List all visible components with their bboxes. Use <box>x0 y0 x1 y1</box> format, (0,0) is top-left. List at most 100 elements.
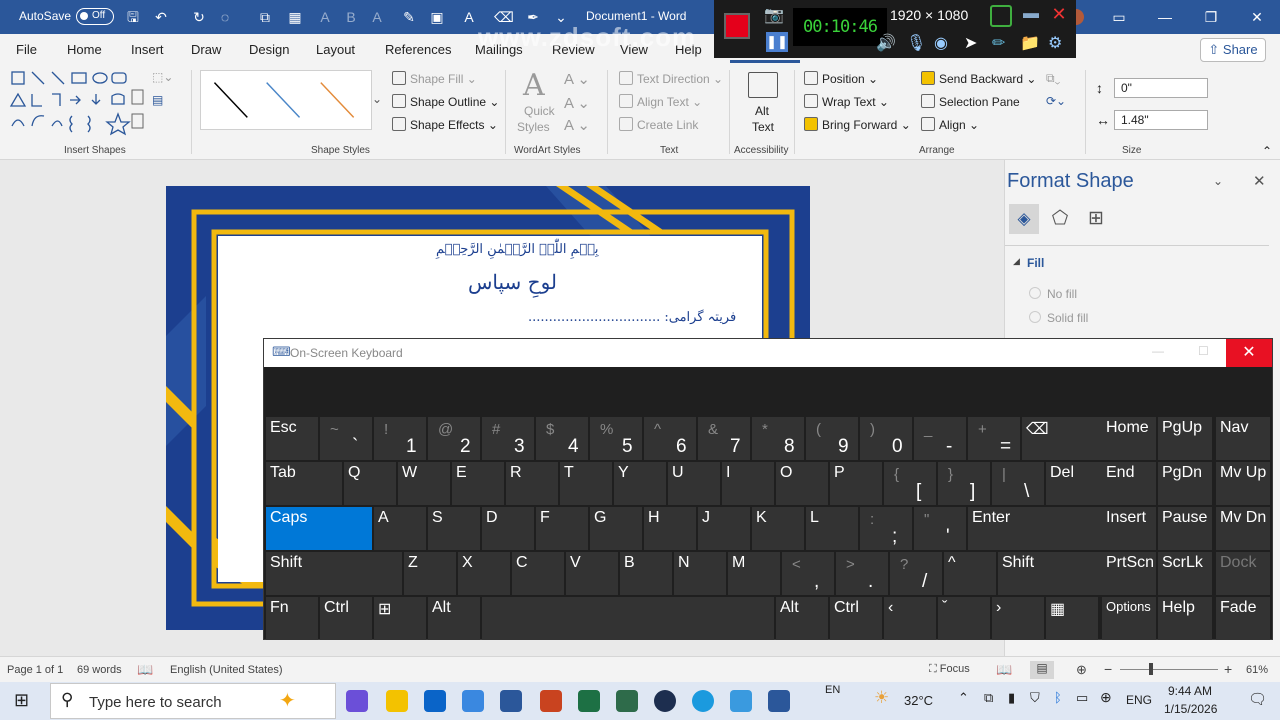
cursor-icon[interactable]: ➤ <box>964 33 977 53</box>
send-backward-button[interactable]: Send Backward ⌄ <box>921 71 1036 86</box>
key-del[interactable]: Del <box>1046 462 1106 505</box>
key-options[interactable]: Options <box>1102 597 1156 640</box>
osk-title-bar[interactable]: ⌨ On-Screen Keyboard — ☐ ✕ <box>264 339 1272 367</box>
restore-icon[interactable]: ❐ <box>1202 8 1220 26</box>
key-sym[interactable]: | \ <box>992 462 1044 505</box>
pane-options-icon[interactable]: ⌄ <box>1213 174 1223 188</box>
mic-icon[interactable]: 🎙 <box>906 33 926 53</box>
key-c[interactable]: C <box>512 552 564 595</box>
key-f[interactable]: F <box>536 507 588 550</box>
key-help[interactable]: Help <box>1158 597 1212 640</box>
key-k[interactable]: K <box>752 507 804 550</box>
zoom-slider[interactable] <box>1120 669 1218 670</box>
table-icon[interactable]: ▦ <box>286 8 304 26</box>
tray-icon-1[interactable]: ⧉ <box>984 690 993 706</box>
text-box-icon[interactable]: ▤ <box>152 93 163 107</box>
key-tab[interactable]: Tab <box>266 462 342 505</box>
key-home[interactable]: Home <box>1102 417 1156 460</box>
key-sym[interactable]: ? / <box>890 552 942 595</box>
key-ctrl[interactable]: Ctrl <box>320 597 372 640</box>
redo-icon[interactable]: ↻ <box>190 8 208 26</box>
key-fn[interactable]: Fn <box>266 597 318 640</box>
key-2[interactable]: @2 <box>428 417 480 460</box>
effects-tab-icon[interactable]: ⬠ <box>1045 204 1075 234</box>
key-4[interactable]: $4 <box>536 417 588 460</box>
shape-styles-gallery[interactable] <box>200 70 372 130</box>
shapes-quick-icon[interactable]: ◌ <box>216 8 234 26</box>
key-3[interactable]: #3 <box>482 417 534 460</box>
quick-styles-icon[interactable]: A <box>523 68 545 103</box>
key-v[interactable]: V <box>566 552 618 595</box>
shapes-gallery[interactable] <box>8 70 144 136</box>
key-8[interactable]: * 8 <box>752 417 804 460</box>
speaker-icon[interactable]: 🔊 <box>876 33 896 53</box>
language-status[interactable]: English (United States) <box>170 664 283 676</box>
rotate-icon[interactable]: ⟳⌄ <box>1046 94 1066 108</box>
temperature[interactable]: 32°C <box>904 693 933 708</box>
print-layout-icon[interactable]: ▤ <box>1030 661 1054 679</box>
key-fade[interactable]: Fade <box>1216 597 1270 640</box>
tab-file[interactable]: File <box>16 42 37 57</box>
key-esc[interactable]: Esc <box>266 417 318 460</box>
proofing-icon[interactable]: 📖 <box>137 662 153 678</box>
mail-icon[interactable] <box>730 690 752 712</box>
webcam-icon[interactable]: ◉ <box>934 33 948 53</box>
key-sym[interactable]: " ' <box>914 507 966 550</box>
key-sym[interactable]: ˇ <box>938 597 990 640</box>
key-prtscn[interactable]: PrtScn <box>1102 552 1156 595</box>
key-enter[interactable]: Enter <box>968 507 1102 550</box>
osk-minimize-icon[interactable]: — <box>1152 344 1164 358</box>
focus-button[interactable]: ⛶ Focus <box>929 663 970 676</box>
powerpoint-icon[interactable] <box>540 690 562 712</box>
key-x[interactable]: X <box>458 552 510 595</box>
web-layout-icon[interactable]: ⊕ <box>1076 662 1087 678</box>
power-icon[interactable] <box>654 690 676 712</box>
shape-outline-button[interactable]: Shape Outline ⌄ <box>392 94 499 109</box>
key-shift[interactable]: Shift <box>266 552 402 595</box>
key-u[interactable]: U <box>668 462 720 505</box>
width-input[interactable]: 1.48" <box>1114 110 1208 130</box>
key-sym[interactable]: + = <box>968 417 1020 460</box>
size-icon[interactable]: A <box>368 8 386 26</box>
key-1[interactable]: ! 1 <box>374 417 426 460</box>
notification-icon[interactable]: 🗨 <box>1248 690 1267 708</box>
close-icon[interactable]: ✕ <box>1248 8 1266 26</box>
key-r[interactable]: R <box>506 462 558 505</box>
key-0[interactable]: ) 0 <box>860 417 912 460</box>
read-mode-icon[interactable]: 📖 <box>996 662 1012 678</box>
osk-maximize-icon[interactable]: ☐ <box>1198 344 1209 358</box>
key-mv-dn[interactable]: Mv Dn <box>1216 507 1270 550</box>
collapse-ribbon-icon[interactable]: ⌃ <box>1262 144 1272 158</box>
close-recorder-icon[interactable]: ✕ <box>1048 4 1070 26</box>
tab-draw[interactable]: Draw <box>191 42 221 57</box>
font-a-icon[interactable]: A <box>316 8 334 26</box>
fill-section-label[interactable]: Fill <box>1027 256 1044 270</box>
minimize-recorder-icon[interactable]: ▬ <box>1020 5 1042 27</box>
key-sym[interactable]: <, <box>782 552 834 595</box>
tray-overflow-icon[interactable]: ⌃ <box>958 690 969 706</box>
key-sym[interactable]: {[ <box>884 462 936 505</box>
outlook-icon[interactable] <box>424 690 446 712</box>
key-b[interactable]: B <box>620 552 672 595</box>
key-g[interactable]: G <box>590 507 642 550</box>
wrap-text-button[interactable]: Wrap Text ⌄ <box>804 94 889 109</box>
key-sym[interactable]: ‹ <box>884 597 936 640</box>
tray-icon-2[interactable]: ▮ <box>1008 690 1015 706</box>
clock-date[interactable]: 1/15/2026 <box>1164 702 1217 716</box>
text-fill-icon[interactable]: A ⌄ <box>564 70 590 88</box>
gear-icon[interactable]: ⚙ <box>1048 33 1062 53</box>
key-sym[interactable]: ⊞ <box>374 597 426 640</box>
picture-icon[interactable]: ▣ <box>428 8 446 26</box>
key-alt[interactable]: Alt <box>428 597 480 640</box>
align-button[interactable]: Align ⌄ <box>921 117 979 132</box>
pencil-icon[interactable]: ✏ <box>992 33 1005 53</box>
key-o[interactable]: O <box>776 462 828 505</box>
page-count[interactable]: Page 1 of 1 <box>7 664 63 676</box>
folder-icon[interactable]: 📁 <box>1020 33 1040 53</box>
ribbon-display-icon[interactable]: ▭ <box>1110 8 1128 26</box>
edit-shape-icon[interactable]: ⬚⌄ <box>152 70 173 84</box>
key-j[interactable]: J <box>698 507 750 550</box>
minimize-icon[interactable]: — <box>1156 8 1174 26</box>
key-5[interactable]: % 5 <box>590 417 642 460</box>
word-count[interactable]: 69 words <box>77 664 122 676</box>
